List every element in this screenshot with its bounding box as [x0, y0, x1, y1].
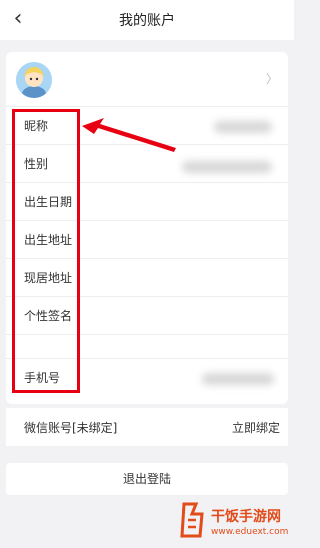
blurred-value — [182, 161, 272, 173]
wechat-label: 微信账号[未绑定] — [24, 421, 118, 435]
annotation-arrow-icon — [82, 118, 176, 152]
chevron-right-icon: 〉 — [265, 72, 278, 86]
watermark: 干饭手游网 www.eduext.com — [178, 500, 290, 544]
watermark-logo-icon — [180, 502, 204, 538]
annotation-highlight-box — [12, 109, 80, 393]
avatar-row[interactable]: 〉 — [6, 52, 288, 106]
avatar — [16, 62, 52, 98]
wechat-row[interactable]: 微信账号[未绑定] 立即绑定 — [6, 408, 288, 446]
blurred-value — [202, 373, 274, 385]
watermark-text: 干饭手游网 — [211, 509, 281, 525]
watermark-url: www.eduext.com — [211, 527, 289, 537]
page-title: 我的账户 — [119, 13, 175, 29]
app-header: ‹ 我的账户 — [0, 0, 294, 40]
bind-wechat-button[interactable]: 立即绑定 — [232, 419, 280, 436]
logout-button[interactable]: 退出登陆 — [6, 463, 288, 495]
blurred-value — [214, 121, 272, 133]
